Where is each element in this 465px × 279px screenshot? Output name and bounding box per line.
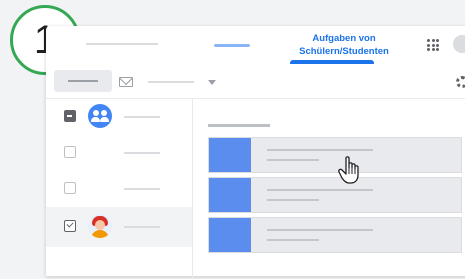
sidebar-label-placeholder	[124, 116, 160, 118]
select-button-placeholder	[68, 80, 98, 82]
classroom-window: Aufgaben von Schülern/Studenten	[46, 26, 465, 279]
assignment-area	[192, 99, 465, 279]
select-all-button[interactable]	[54, 70, 112, 92]
filter-placeholder	[148, 81, 194, 83]
hand-pointer-icon	[338, 156, 359, 184]
title-placeholder	[86, 43, 158, 45]
group-icon	[88, 104, 112, 128]
assignment-card[interactable]	[208, 177, 462, 213]
sidebar-item-student[interactable]	[46, 135, 192, 171]
sidebar-label-placeholder	[124, 188, 160, 190]
card-subtitle-placeholder	[267, 239, 319, 241]
section-heading-placeholder	[208, 124, 270, 127]
assignment-card-color	[209, 138, 251, 172]
top-bar: Aufgaben von Schülern/Studenten	[46, 26, 465, 64]
toolbar	[46, 64, 465, 99]
profile-icon[interactable]	[453, 35, 465, 53]
card-subtitle-placeholder	[267, 199, 319, 201]
card-title-placeholder	[267, 149, 373, 151]
gear-icon[interactable]	[456, 76, 465, 88]
tab-student-work[interactable]: Aufgaben von Schülern/Studenten	[298, 32, 390, 58]
sidebar-item-student[interactable]	[46, 171, 192, 207]
assignment-card-color	[209, 218, 251, 252]
student-avatar	[88, 214, 112, 238]
sidebar-label-placeholder	[124, 152, 160, 154]
assignment-card[interactable]	[208, 217, 462, 253]
card-title-placeholder	[267, 189, 373, 191]
assignment-card-color	[209, 178, 251, 212]
sidebar-label-placeholder	[124, 226, 160, 228]
card-title-placeholder	[267, 229, 373, 231]
card-subtitle-placeholder	[267, 159, 319, 161]
select-all-checkbox[interactable]	[64, 110, 76, 122]
apps-grid-icon[interactable]	[427, 39, 439, 51]
sidebar-item-student-selected[interactable]	[46, 207, 192, 247]
student-checkbox-checked[interactable]	[64, 220, 76, 232]
assignment-card[interactable]	[208, 137, 462, 173]
student-checkbox[interactable]	[64, 146, 76, 158]
student-checkbox[interactable]	[64, 182, 76, 194]
chevron-down-icon[interactable]	[208, 80, 216, 85]
mail-icon[interactable]	[119, 77, 133, 87]
student-list	[46, 99, 193, 279]
tab-stream-indicator[interactable]	[214, 44, 250, 47]
sidebar-item-all-students[interactable]	[46, 99, 192, 135]
